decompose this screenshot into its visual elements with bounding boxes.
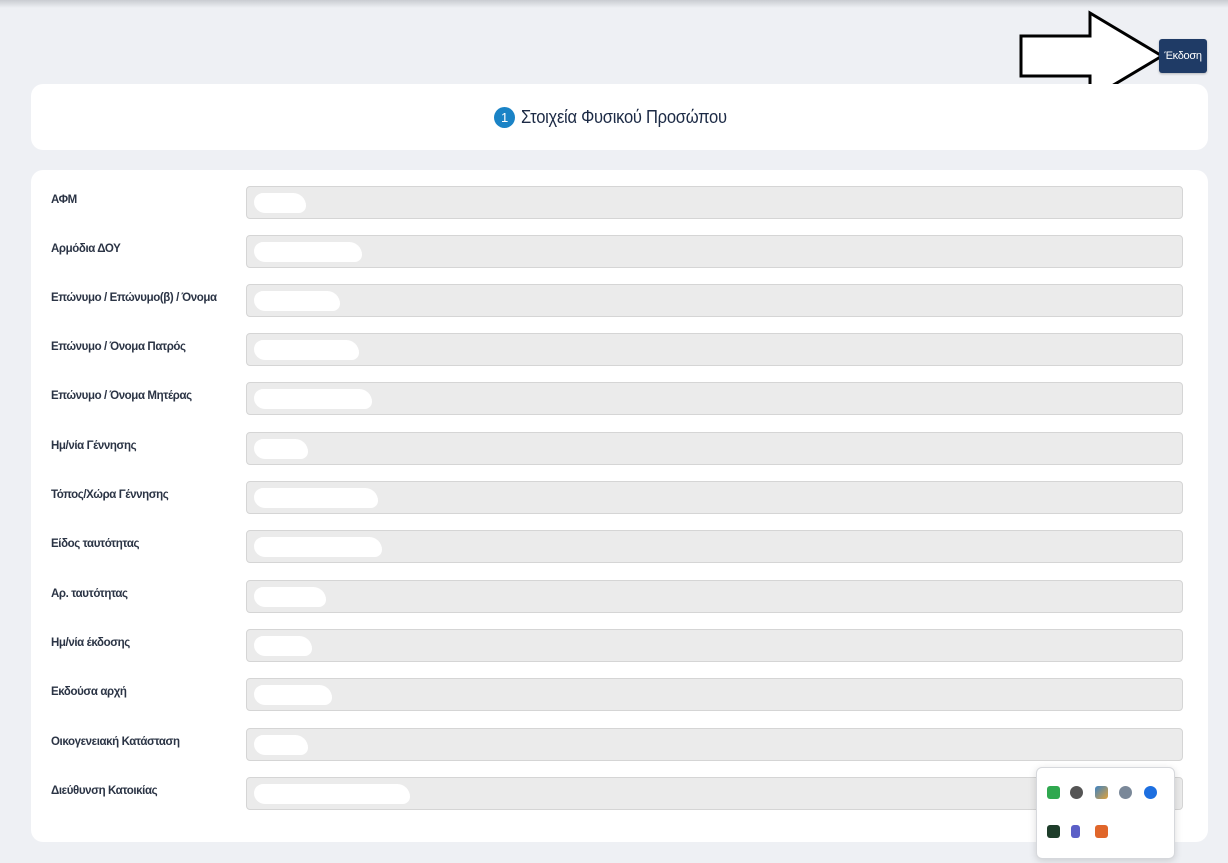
afm-field[interactable]: [246, 186, 1183, 219]
tools-icon[interactable]: [1070, 786, 1083, 799]
form-row: Ημ/νία έκδοσης: [31, 629, 1208, 663]
form-row: Είδος ταυτότητας: [31, 530, 1208, 564]
father-name-field[interactable]: [246, 333, 1183, 366]
field-label: Ημ/νία έκδοσης: [51, 637, 130, 649]
tax-office-field[interactable]: [246, 235, 1183, 268]
section-header-card: 1 Στοιχεία Φυσικού Προσώπου: [31, 84, 1208, 150]
form-row: Επώνυμο / Επώνυμο(β) / Όνομα: [31, 284, 1208, 318]
full-name-field[interactable]: [246, 284, 1183, 317]
field-label: Είδος ταυτότητας: [51, 538, 140, 550]
id-type-field[interactable]: [246, 530, 1183, 563]
issue-button[interactable]: Έκδοση: [1159, 39, 1207, 73]
field-label: Επώνυμο / Όνομα Πατρός: [51, 341, 186, 353]
redaction-mark: [254, 488, 378, 508]
section-title: Στοιχεία Φυσικού Προσώπου: [521, 106, 727, 127]
field-label: Ημ/νία Γέννησης: [51, 440, 137, 452]
step-badge: 1: [494, 106, 516, 128]
redaction-mark: [254, 389, 372, 409]
form-row: Αρ. ταυτότητας: [31, 580, 1208, 614]
redaction-mark: [254, 439, 308, 459]
blue-z-icon[interactable]: [1144, 786, 1157, 799]
birth-place-field[interactable]: [246, 481, 1183, 514]
field-label: Επώνυμο / Όνομα Μητέρας: [51, 390, 192, 402]
field-label: Αρ. ταυτότητας: [51, 588, 128, 600]
green-app-icon[interactable]: [1047, 786, 1060, 799]
form-row: Οικογενειακή Κατάσταση: [31, 728, 1208, 762]
palette-icon[interactable]: [1095, 786, 1108, 799]
form-row: Διεύθυνση Κατοικίας: [31, 777, 1208, 811]
orange-app-icon[interactable]: [1095, 825, 1108, 838]
personal-details-form: ΑΦΜ Αρμόδια ΔΟΥ Επώνυμο / Επώνυμο(β) / Ό…: [31, 170, 1208, 842]
redaction-mark: [254, 291, 340, 311]
mother-name-field[interactable]: [246, 382, 1183, 415]
form-row: Τόπος/Χώρα Γέννησης: [31, 481, 1208, 515]
birth-date-field[interactable]: [246, 432, 1183, 465]
redaction-mark: [254, 784, 410, 804]
field-label: Εκδούσα αρχή: [51, 686, 127, 698]
globe-icon[interactable]: [1119, 786, 1132, 799]
field-label: Διεύθυνση Κατοικίας: [51, 785, 158, 797]
form-row: Ημ/νία Γέννησης: [31, 432, 1208, 466]
marital-status-field[interactable]: [246, 728, 1183, 761]
top-edge-shadow: [0, 0, 1228, 8]
field-label: Τόπος/Χώρα Γέννησης: [51, 489, 169, 501]
form-row: Εκδούσα αρχή: [31, 678, 1208, 712]
redaction-mark: [254, 193, 306, 213]
redaction-mark: [254, 242, 362, 262]
form-row: Αρμόδια ΔΟΥ: [31, 235, 1208, 269]
terminal-icon[interactable]: [1047, 825, 1060, 838]
redaction-mark: [254, 735, 308, 755]
form-row: Επώνυμο / Όνομα Πατρός: [31, 333, 1208, 367]
issuing-authority-field[interactable]: [246, 678, 1183, 711]
form-row: ΑΦΜ: [31, 186, 1208, 220]
redaction-mark: [254, 636, 312, 656]
issue-date-field[interactable]: [246, 629, 1183, 662]
field-label: Αρμόδια ΔΟΥ: [51, 243, 121, 255]
field-label: Οικογενειακή Κατάσταση: [51, 736, 180, 748]
redaction-mark: [254, 685, 332, 705]
redaction-mark: [254, 537, 382, 557]
form-row: Επώνυμο / Όνομα Μητέρας: [31, 382, 1208, 416]
teams-icon[interactable]: [1071, 825, 1080, 838]
redaction-mark: [254, 340, 359, 360]
id-number-field[interactable]: [246, 580, 1183, 613]
field-label: Επώνυμο / Επώνυμο(β) / Όνομα: [51, 292, 217, 304]
redaction-mark: [254, 587, 326, 607]
system-tray-overflow: [1036, 767, 1175, 859]
field-label: ΑΦΜ: [51, 194, 77, 206]
